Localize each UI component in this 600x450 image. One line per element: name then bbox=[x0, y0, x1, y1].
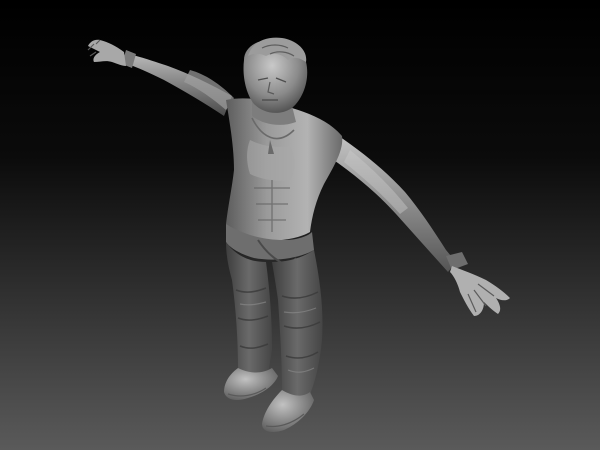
viewport-canvas[interactable] bbox=[0, 0, 600, 450]
sculpt-viewport[interactable] bbox=[0, 0, 600, 450]
